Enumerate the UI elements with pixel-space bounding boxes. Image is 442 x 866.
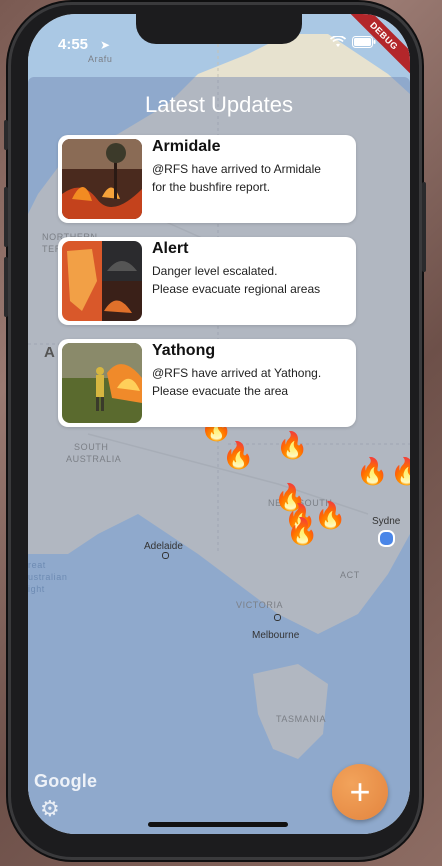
map-label-victoria: VICTORIA <box>236 600 284 610</box>
add-update-button[interactable]: + <box>332 764 388 820</box>
map-label-australian: ustralian <box>28 572 68 582</box>
map-label-tasmania: TASMANIA <box>276 714 327 724</box>
map-label-melbourne: Melbourne <box>252 630 300 641</box>
update-card-armidale[interactable]: Armidale @RFS have arrived to Armidale f… <box>58 135 356 223</box>
fire-marker[interactable]: 🔥 <box>286 518 318 544</box>
fire-marker[interactable]: 🔥 <box>314 502 346 528</box>
bushfire-tree-photo <box>62 139 142 219</box>
adelaide-dot <box>162 552 169 559</box>
settings-gear-icon[interactable]: ⚙ <box>40 796 60 822</box>
fire-map-collage-photo <box>62 241 142 321</box>
map-label-australia: AUSTRALIA <box>66 454 122 464</box>
volume-up-button <box>4 187 8 247</box>
mute-switch <box>4 120 8 150</box>
current-location-dot <box>378 530 395 547</box>
map-label-sydney: Sydne <box>372 516 401 527</box>
map-label-great: reat <box>28 560 46 570</box>
google-logo: Google <box>34 771 98 791</box>
melbourne-dot <box>274 614 281 621</box>
map-label-arafura: Arafu <box>88 54 113 64</box>
map-label-south: SOUTH <box>74 442 109 452</box>
update-body: @RFS have arrived at Yathong. Please eva… <box>152 366 322 398</box>
wifi-icon <box>330 36 346 47</box>
phone-frame: Arafu NORTHERN TERRITORY A SOUTH AUSTRAL… <box>4 2 426 860</box>
status-icons <box>330 36 376 48</box>
screen: Arafu NORTHERN TERRITORY A SOUTH AUSTRAL… <box>28 14 410 834</box>
update-card-yathong[interactable]: Yathong @RFS have arrived at Yathong. Pl… <box>58 339 356 427</box>
location-arrow-icon: ➤ <box>100 38 111 52</box>
update-body: Danger level escalated. Please evacuate … <box>152 264 321 296</box>
fire-marker[interactable]: 🔥 <box>356 458 388 484</box>
update-title: Yathong <box>152 342 216 359</box>
status-time: 4:55 <box>58 36 89 53</box>
volume-down-button <box>4 257 8 317</box>
home-indicator[interactable] <box>148 822 288 827</box>
fire-marker[interactable]: 🔥 <box>390 458 410 484</box>
fire-marker[interactable]: 🔥 <box>222 442 254 468</box>
update-title: Alert <box>152 240 189 257</box>
update-body: @RFS have arrived to Armidale for the bu… <box>152 162 321 194</box>
update-card-alert[interactable]: Alert Danger level escalated. Please eva… <box>58 237 356 325</box>
notch <box>136 14 302 44</box>
firefighter-photo <box>62 343 142 423</box>
battery-icon <box>352 36 376 48</box>
map-label-bight: ight <box>28 584 45 594</box>
page-title: Latest Updates <box>145 92 293 117</box>
power-button <box>422 182 426 272</box>
map-label-adelaide: Adelaide <box>144 541 183 552</box>
fire-marker[interactable]: 🔥 <box>276 432 308 458</box>
map-label-a: A <box>44 344 56 361</box>
update-title: Armidale <box>152 138 221 155</box>
map-label-act: ACT <box>340 570 360 580</box>
